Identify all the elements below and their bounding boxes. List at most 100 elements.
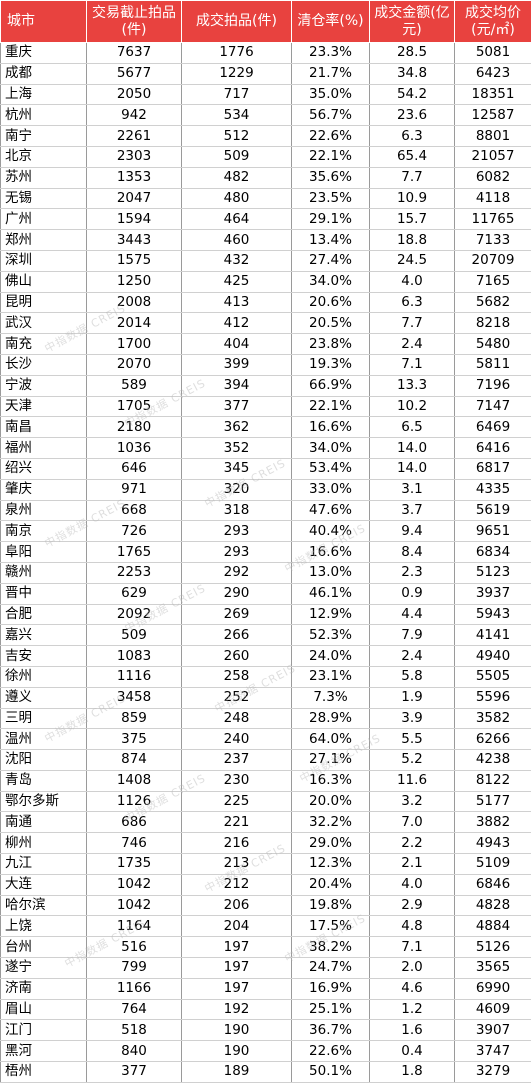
cell-sold-lots: 320 — [182, 479, 292, 500]
cell-average-price: 3937 — [455, 583, 531, 604]
cell-average-price: 8218 — [455, 313, 531, 334]
cell-clearance-rate: 22.6% — [292, 126, 370, 147]
table-row: 黑河84019022.6%0.43747 — [1, 1041, 531, 1062]
cell-deadline-lots: 1126 — [87, 791, 182, 812]
cell-deadline-lots: 2180 — [87, 417, 182, 438]
cell-average-price: 4118 — [455, 188, 531, 209]
cell-sold-lots: 204 — [182, 916, 292, 937]
cell-sold-lots: 362 — [182, 417, 292, 438]
table-row: 长沙207039919.3%7.15811 — [1, 354, 531, 375]
cell-turnover-amount: 13.3 — [370, 375, 455, 396]
cell-deadline-lots: 859 — [87, 708, 182, 729]
cell-clearance-rate: 12.3% — [292, 854, 370, 875]
cell-clearance-rate: 21.7% — [292, 63, 370, 84]
cell-deadline-lots: 509 — [87, 625, 182, 646]
cell-city: 天津 — [1, 396, 87, 417]
table-row: 台州51619738.2%7.15126 — [1, 937, 531, 958]
cell-turnover-amount: 4.8 — [370, 916, 455, 937]
cell-city: 佛山 — [1, 271, 87, 292]
cell-turnover-amount: 7.7 — [370, 167, 455, 188]
cell-clearance-rate: 56.7% — [292, 105, 370, 126]
cell-average-price: 4609 — [455, 999, 531, 1020]
cell-clearance-rate: 22.6% — [292, 1041, 370, 1062]
cell-deadline-lots: 2092 — [87, 604, 182, 625]
cell-turnover-amount: 4.0 — [370, 874, 455, 895]
cell-deadline-lots: 377 — [87, 1062, 182, 1083]
cell-city: 九江 — [1, 854, 87, 875]
cell-turnover-amount: 5.5 — [370, 729, 455, 750]
cell-deadline-lots: 1083 — [87, 646, 182, 667]
header-sold-lots: 成交拍品(件) — [182, 1, 292, 43]
cell-city: 鄂尔多斯 — [1, 791, 87, 812]
cell-average-price: 9651 — [455, 521, 531, 542]
table-row: 福州103635234.0%14.06416 — [1, 438, 531, 459]
cell-turnover-amount: 24.5 — [370, 250, 455, 271]
cell-deadline-lots: 1700 — [87, 334, 182, 355]
table-row: 苏州135348235.6%7.76082 — [1, 167, 531, 188]
cell-turnover-amount: 5.2 — [370, 750, 455, 771]
cell-clearance-rate: 23.1% — [292, 666, 370, 687]
cell-turnover-amount: 4.0 — [370, 271, 455, 292]
cell-clearance-rate: 13.0% — [292, 562, 370, 583]
table-row: 佛山125042534.0%4.07165 — [1, 271, 531, 292]
cell-clearance-rate: 23.5% — [292, 188, 370, 209]
cell-deadline-lots: 746 — [87, 833, 182, 854]
cell-average-price: 6423 — [455, 63, 531, 84]
cell-turnover-amount: 28.5 — [370, 43, 455, 64]
table-row: 遂宁79919724.7%2.03565 — [1, 958, 531, 979]
cell-sold-lots: 345 — [182, 458, 292, 479]
table-row: 鄂尔多斯112622520.0%3.25177 — [1, 791, 531, 812]
table-row: 郑州344346013.4%18.87133 — [1, 230, 531, 251]
cell-average-price: 5126 — [455, 937, 531, 958]
cell-turnover-amount: 2.9 — [370, 895, 455, 916]
table-row: 南京72629340.4%9.49651 — [1, 521, 531, 542]
cell-clearance-rate: 66.9% — [292, 375, 370, 396]
cell-clearance-rate: 47.6% — [292, 500, 370, 521]
cell-clearance-rate: 22.1% — [292, 396, 370, 417]
cell-average-price: 3279 — [455, 1062, 531, 1083]
cell-average-price: 21057 — [455, 146, 531, 167]
cell-deadline-lots: 375 — [87, 729, 182, 750]
cell-city: 江门 — [1, 1020, 87, 1041]
cell-turnover-amount: 10.2 — [370, 396, 455, 417]
cell-clearance-rate: 22.1% — [292, 146, 370, 167]
cell-deadline-lots: 1594 — [87, 209, 182, 230]
cell-deadline-lots: 2070 — [87, 354, 182, 375]
cell-average-price: 6416 — [455, 438, 531, 459]
cell-clearance-rate: 40.4% — [292, 521, 370, 542]
cell-average-price: 4335 — [455, 479, 531, 500]
cell-turnover-amount: 14.0 — [370, 438, 455, 459]
cell-deadline-lots: 2047 — [87, 188, 182, 209]
table-row: 嘉兴50926652.3%7.94141 — [1, 625, 531, 646]
cell-sold-lots: 190 — [182, 1041, 292, 1062]
cell-turnover-amount: 3.2 — [370, 791, 455, 812]
cell-turnover-amount: 8.4 — [370, 542, 455, 563]
cell-sold-lots: 266 — [182, 625, 292, 646]
table-row: 上海205071735.0%54.218351 — [1, 84, 531, 105]
table-row: 北京230350922.1%65.421057 — [1, 146, 531, 167]
cell-sold-lots: 1776 — [182, 43, 292, 64]
cell-clearance-rate: 64.0% — [292, 729, 370, 750]
cell-city: 三明 — [1, 708, 87, 729]
cell-sold-lots: 269 — [182, 604, 292, 625]
cell-turnover-amount: 3.9 — [370, 708, 455, 729]
cell-turnover-amount: 7.1 — [370, 354, 455, 375]
cell-clearance-rate: 46.1% — [292, 583, 370, 604]
cell-turnover-amount: 65.4 — [370, 146, 455, 167]
table-body: 重庆7637177623.3%28.55081成都5677122921.7%34… — [1, 43, 531, 1083]
cell-average-price: 5619 — [455, 500, 531, 521]
table-row: 青岛140823016.3%11.68122 — [1, 770, 531, 791]
cell-city: 苏州 — [1, 167, 87, 188]
cell-clearance-rate: 16.9% — [292, 978, 370, 999]
cell-clearance-rate: 25.1% — [292, 999, 370, 1020]
table-row: 赣州225329213.0%2.35123 — [1, 562, 531, 583]
cell-average-price: 11765 — [455, 209, 531, 230]
cell-sold-lots: 197 — [182, 978, 292, 999]
cell-deadline-lots: 518 — [87, 1020, 182, 1041]
cell-clearance-rate: 50.1% — [292, 1062, 370, 1083]
cell-city: 武汉 — [1, 313, 87, 334]
cell-average-price: 8122 — [455, 770, 531, 791]
table-row: 广州159446429.1%15.711765 — [1, 209, 531, 230]
cell-sold-lots: 206 — [182, 895, 292, 916]
table-row: 宁波58939466.9%13.37196 — [1, 375, 531, 396]
